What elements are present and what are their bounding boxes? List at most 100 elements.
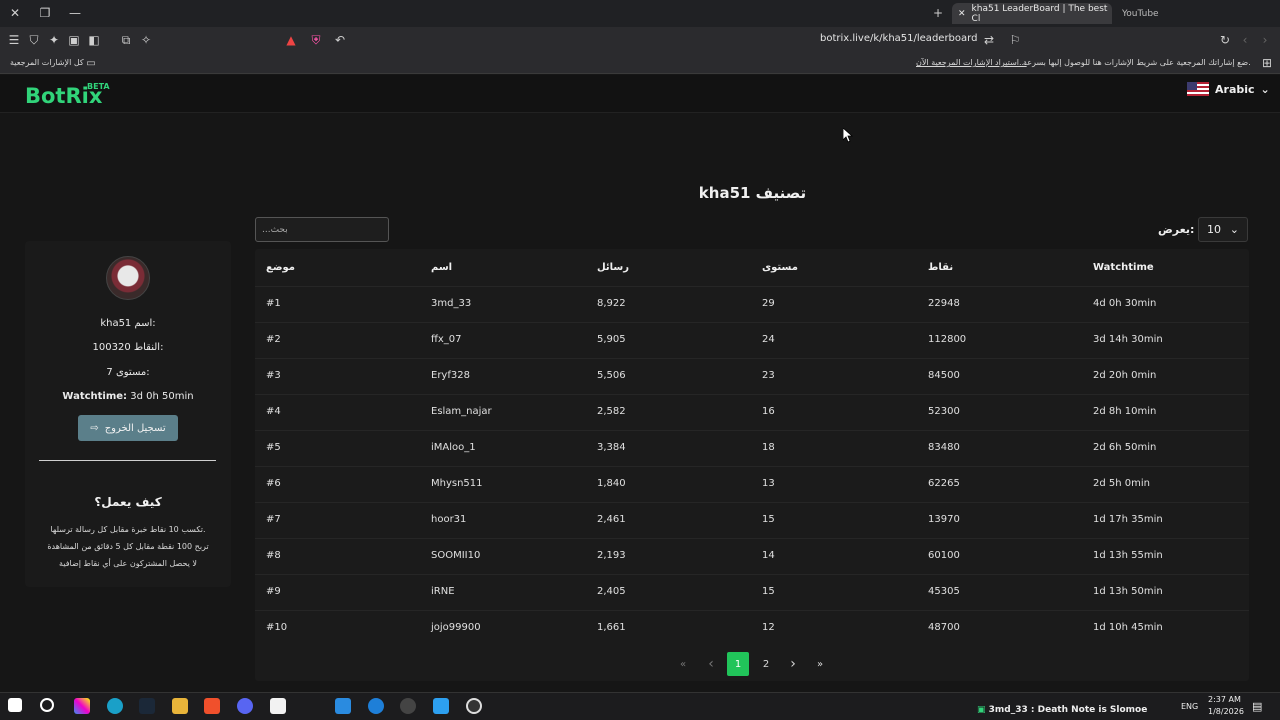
- import-bookmarks-link[interactable]: استيراد الإشارات المرجعية الآن...: [916, 58, 1027, 67]
- tab-active[interactable]: ✕ kha51 LeaderBoard | The best Cl: [952, 3, 1112, 24]
- cell-name: Eslam_najar: [431, 406, 492, 417]
- language-indicator[interactable]: ENG: [1181, 702, 1198, 711]
- brave-icon[interactable]: [204, 698, 220, 714]
- share-icon[interactable]: ⇄: [980, 31, 998, 49]
- cell-name: hoor31: [431, 514, 467, 525]
- cell-points: 48700: [928, 622, 960, 633]
- restore-window-icon[interactable]: ❐: [36, 4, 54, 22]
- now-playing-icon: ▣: [977, 705, 989, 715]
- cell-level: 29: [762, 298, 775, 309]
- chevron-down-icon: ⌄: [1229, 223, 1239, 236]
- search-icon[interactable]: [40, 698, 54, 712]
- back-icon[interactable]: ‹: [1236, 31, 1254, 49]
- mouse-cursor-icon: [843, 128, 853, 143]
- cell-level: 12: [762, 622, 775, 633]
- cell-position: #3: [266, 370, 281, 381]
- app-icon[interactable]: [400, 698, 416, 714]
- app-icon[interactable]: [433, 698, 449, 714]
- cell-messages: 2,193: [597, 550, 626, 561]
- close-window-icon[interactable]: ✕: [6, 4, 24, 22]
- menu-icon[interactable]: ☰: [5, 31, 23, 49]
- forward-icon[interactable]: ›: [1256, 31, 1274, 49]
- shield-icon[interactable]: ⛉: [25, 31, 43, 49]
- wallet-icon[interactable]: ▣: [65, 31, 83, 49]
- brave-shield-icon[interactable]: ⛨: [307, 31, 325, 49]
- cell-name: iMAloo_1: [431, 442, 476, 453]
- show-label: يعرض:: [1158, 223, 1195, 236]
- new-tab-icon[interactable]: +: [929, 4, 947, 22]
- beta-badge: BETA: [87, 82, 110, 91]
- next-page-button[interactable]: ›: [782, 652, 804, 676]
- cell-watchtime: 1d 13h 50min: [1093, 586, 1163, 597]
- cell-name: jojo99900: [431, 622, 481, 633]
- cell-position: #1: [266, 298, 281, 309]
- header-watchtime[interactable]: Watchtime: [1093, 262, 1154, 273]
- notifications-icon[interactable]: ▤: [1252, 700, 1262, 713]
- discord-icon[interactable]: [237, 698, 253, 714]
- header-messages[interactable]: رسائل: [597, 262, 629, 273]
- extensions-icon[interactable]: ✦: [45, 31, 63, 49]
- apps-icon[interactable]: ⊞: [1258, 54, 1276, 72]
- tab-youtube[interactable]: YouTube: [1116, 3, 1236, 24]
- bookmarks-hint: ضع إشاراتك المرجعية على شريط الإشارات هن…: [1023, 58, 1251, 67]
- header-level[interactable]: مستوى: [762, 262, 798, 273]
- first-page-button[interactable]: «: [672, 652, 694, 676]
- cell-messages: 5,506: [597, 370, 626, 381]
- header-points[interactable]: نقاط: [928, 262, 953, 273]
- store-icon[interactable]: [270, 698, 286, 714]
- leo-icon[interactable]: ✧: [137, 31, 155, 49]
- bookmark-icon[interactable]: ⚐: [1006, 31, 1024, 49]
- obs-icon[interactable]: [466, 698, 482, 714]
- avatar: [106, 256, 150, 300]
- screenshot-icon[interactable]: ⧉: [117, 31, 135, 49]
- cell-level: 15: [762, 586, 775, 597]
- logout-button[interactable]: ⇨ تسجيل الخروج: [78, 415, 178, 441]
- edge-icon[interactable]: [107, 698, 123, 714]
- cell-position: #2: [266, 334, 281, 345]
- cell-points: 60100: [928, 550, 960, 561]
- page-2-button[interactable]: 2: [755, 652, 777, 676]
- file-explorer-icon[interactable]: [172, 698, 188, 714]
- cell-position: #7: [266, 514, 281, 525]
- how-line: لا يحصل المشتركون على أي نقاط إضافية: [59, 559, 197, 568]
- last-page-button[interactable]: »: [809, 652, 831, 676]
- clock-time[interactable]: 2:37 AM: [1208, 695, 1241, 704]
- prev-page-button[interactable]: ‹: [700, 652, 722, 676]
- windows-start-icon[interactable]: [8, 698, 22, 712]
- cell-name: ffx_07: [431, 334, 462, 345]
- watchtime-label: Watchtime:: [62, 391, 128, 402]
- header-name[interactable]: اسم: [431, 262, 452, 273]
- page-size-select[interactable]: 10 ⌄: [1198, 217, 1248, 242]
- cell-watchtime: 2d 5h 0min: [1093, 478, 1150, 489]
- cell-watchtime: 2d 6h 50min: [1093, 442, 1157, 453]
- sidebar-icon[interactable]: ◧: [85, 31, 103, 49]
- language-selector[interactable]: Arabic ⌄: [1187, 82, 1270, 96]
- search-input[interactable]: ...بحث: [255, 217, 389, 242]
- cell-position: #8: [266, 550, 281, 561]
- minimize-window-icon[interactable]: —: [66, 4, 84, 22]
- cell-level: 13: [762, 478, 775, 489]
- cell-level: 14: [762, 550, 775, 561]
- cell-points: 13970: [928, 514, 960, 525]
- cell-name: iRNE: [431, 586, 455, 597]
- cell-watchtime: 2d 20h 0min: [1093, 370, 1157, 381]
- logout-icon: ⇨: [90, 422, 99, 434]
- address-bar[interactable]: botrix.live/k/kha51/leaderboard: [820, 33, 977, 44]
- app-icon[interactable]: [335, 698, 351, 714]
- cell-messages: 2,405: [597, 586, 626, 597]
- reload-icon[interactable]: ↻: [1216, 31, 1234, 49]
- copilot-icon[interactable]: [74, 698, 90, 714]
- page-1-button[interactable]: 1: [727, 652, 749, 676]
- cell-watchtime: 1d 13h 55min: [1093, 550, 1163, 561]
- clock-date[interactable]: 1/8/2026: [1208, 707, 1244, 716]
- header-position[interactable]: موضع: [266, 262, 295, 273]
- cell-position: #9: [266, 586, 281, 597]
- cell-watchtime: 4d 0h 30min: [1093, 298, 1157, 309]
- language-label: Arabic: [1215, 82, 1255, 96]
- adblock-icon[interactable]: ▲: [282, 31, 300, 49]
- app-icon[interactable]: [368, 698, 384, 714]
- all-bookmarks[interactable]: كل الإشارات المرجعية: [10, 58, 84, 67]
- undo-icon[interactable]: ↶: [331, 31, 349, 49]
- steam-icon[interactable]: [139, 698, 155, 714]
- close-tab-icon[interactable]: ✕: [958, 9, 966, 19]
